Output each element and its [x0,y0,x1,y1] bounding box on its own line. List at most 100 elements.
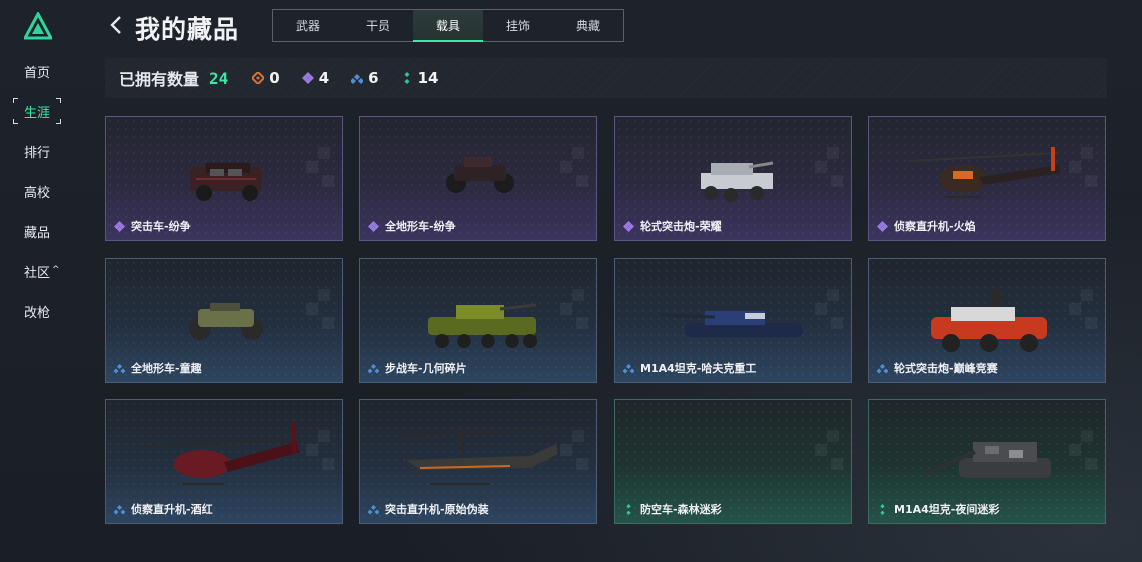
tab-operators[interactable]: 干员 [343,10,413,41]
rarity-count-purple: 4 [301,69,330,87]
vehicle-card[interactable]: 突击车-纷争 [105,116,343,241]
sidebar-item-collection[interactable]: 藏品 [0,218,76,244]
vehicle-name: 轮式突击炮-荣耀 [640,220,722,233]
sidebar-item-label: 社区 [24,265,51,281]
purple-rarity-icon [301,72,314,84]
sidebar-item-label: 首页 [24,65,51,81]
owned-summary: 已拥有数量 24 0 4 6 14 [105,58,1107,98]
purple-rarity-icon [368,220,379,232]
card-label: M1A4坦克-哈夫克重工 [623,360,756,376]
vehicle-card[interactable]: M1A4坦克-哈夫克重工 [614,258,852,383]
sidebar-item-community[interactable]: 社区 ^ [0,258,76,284]
vehicle-name: M1A4坦克-哈夫克重工 [640,362,757,375]
sidebar-item-ranking[interactable]: 排行 [0,138,76,164]
rarity-count-green: 14 [401,69,439,87]
category-tabs: 武器 干员 载具 挂饰 典藏 [272,9,624,42]
vehicle-image [931,289,1047,352]
vehicle-image [446,157,514,193]
green-rarity-icon [626,503,631,515]
card-label: 轮式突击炮-巅峰竞赛 [877,360,998,376]
card-label: 防空车-森林迷彩 [623,501,722,517]
sidebar-item-label: 改枪 [24,305,51,321]
card-label: 侦察直升机-火焰 [877,218,976,234]
rarity-count: 14 [417,69,439,87]
vehicle-image [701,161,774,202]
sidebar-item-campus[interactable]: 高校 [0,178,76,204]
rarity-count-blue: 6 [351,69,379,87]
sidebar-item-gunsmith[interactable]: 改枪 [0,298,76,324]
vehicle-name: 轮式突击炮-巅峰竞赛 [894,362,998,375]
rarity-count-gold: 0 [252,69,280,87]
vehicle-card[interactable]: 全地形车-纷争 [359,116,597,241]
card-label: 全地形车-童趣 [114,360,202,376]
vehicle-card[interactable]: 防空车-森林迷彩 [614,399,852,524]
card-label: 步战车-几何碎片 [368,360,467,376]
purple-rarity-icon [114,220,125,232]
owned-label: 已拥有数量 [119,70,200,89]
vehicle-name: M1A4坦克-夜间迷彩 [894,503,1000,516]
card-label: 全地形车-纷争 [368,218,456,234]
vehicle-name: 侦察直升机-火焰 [894,220,976,233]
vehicle-image [660,311,803,337]
gold-rarity-icon [252,72,265,84]
card-label: 轮式突击炮-荣耀 [623,218,722,234]
purple-rarity-icon [877,220,888,232]
green-rarity-icon [404,72,410,84]
rarity-count: 6 [368,69,379,87]
vehicle-card[interactable]: 侦察直升机-火焰 [868,116,1106,241]
game-logo-icon[interactable] [24,12,52,40]
vehicle-name: 全地形车-纷争 [385,220,456,233]
sidebar-item-label: 高校 [24,185,51,201]
blue-rarity-icon [368,504,379,514]
chevron-up-icon: ^ [52,265,60,275]
vehicle-image [189,303,263,340]
card-label: 突击车-纷争 [114,218,191,234]
blue-rarity-icon [351,74,364,84]
back-arrow-icon[interactable] [108,14,124,36]
vehicle-image [908,147,1061,198]
vehicle-image [924,442,1051,478]
vehicle-card[interactable]: 全地形车-童趣 [105,258,343,383]
vehicle-card[interactable]: 侦察直升机-酒红 [105,399,343,524]
blue-rarity-icon [114,504,125,514]
vehicle-image [190,163,262,201]
sidebar-item-home[interactable]: 首页 [0,58,76,84]
blue-rarity-icon [877,363,888,373]
vehicle-card[interactable]: 步战车-几何碎片 [359,258,597,383]
vehicle-card[interactable]: M1A4坦克-夜间迷彩 [868,399,1106,524]
vehicle-name: 步战车-几何碎片 [385,362,467,375]
sidebar: 首页 生涯 排行 高校 藏品 社区 ^ 改枪 [0,0,76,562]
vehicle-name: 侦察直升机-酒红 [131,503,213,516]
tab-collectibles[interactable]: 典藏 [553,10,623,41]
card-label: 侦察直升机-酒红 [114,501,213,517]
vehicle-image [399,428,558,485]
owned-total: 24 [209,68,229,88]
sidebar-item-career[interactable]: 生涯 [0,98,76,124]
card-label: M1A4坦克-夜间迷彩 [877,501,999,517]
rarity-count: 4 [318,69,330,87]
blue-rarity-icon [114,363,125,373]
vehicle-image [135,422,307,485]
tab-vehicles[interactable]: 载具 [413,10,483,42]
vehicle-card[interactable]: 突击直升机-原始伪装 [359,399,597,524]
purple-rarity-icon [623,220,634,232]
vehicle-name: 突击直升机-原始伪装 [385,503,489,516]
vehicle-name: 突击车-纷争 [131,220,191,233]
vehicle-card[interactable]: 轮式突击炮-荣耀 [614,116,852,241]
page-title: 我的藏品 [135,15,240,44]
sidebar-item-label: 生涯 [24,105,51,121]
green-rarity-icon [880,503,885,515]
blue-rarity-icon [368,363,379,373]
vehicle-image [428,303,537,348]
blue-rarity-icon [623,363,634,373]
rarity-count: 0 [269,69,280,87]
vehicle-card[interactable]: 轮式突击炮-巅峰竞赛 [868,258,1106,383]
vehicle-name: 全地形车-童趣 [131,362,202,375]
sidebar-item-label: 排行 [24,145,51,161]
tab-weapons[interactable]: 武器 [273,10,343,41]
vehicle-image [615,400,852,500]
vehicle-name: 防空车-森林迷彩 [640,503,722,516]
tab-charms[interactable]: 挂饰 [483,10,553,41]
sidebar-item-label: 藏品 [24,225,51,241]
card-label: 突击直升机-原始伪装 [368,501,489,517]
